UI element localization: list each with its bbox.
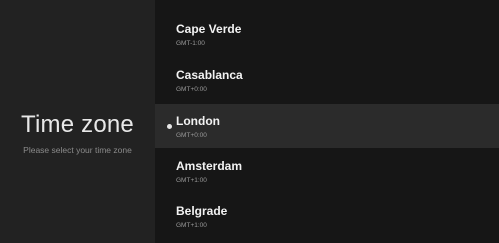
timezone-name: Cape Verde — [176, 22, 242, 36]
timezone-name: London — [176, 114, 220, 128]
timezone-item-amsterdam[interactable]: Amsterdam GMT+1:00 — [155, 149, 499, 193]
timezone-item-casablanca[interactable]: Casablanca GMT+0:00 — [155, 58, 499, 102]
timezone-name: Amsterdam — [176, 159, 243, 173]
timezone-offset: GMT+0:00 — [176, 86, 207, 93]
timezone-list: Cape Verde GMT-1:00 Casablanca GMT+0:00 … — [155, 0, 499, 243]
page-title: Time zone — [21, 111, 134, 138]
timezone-name: Casablanca — [176, 68, 243, 82]
page-subtitle: Please select your time zone — [23, 145, 132, 155]
timezone-offset: GMT+1:00 — [176, 222, 207, 229]
settings-header-panel: Time zone Please select your time zone — [0, 0, 155, 243]
timezone-name: Belgrade — [176, 204, 228, 218]
timezone-offset: GMT+1:00 — [176, 177, 207, 184]
timezone-item-london[interactable]: London GMT+0:00 — [155, 104, 499, 148]
timezone-offset: GMT-1:00 — [176, 40, 205, 47]
timezone-item-cape-verde[interactable]: Cape Verde GMT-1:00 — [155, 12, 499, 56]
selected-indicator-icon — [167, 124, 172, 129]
timezone-item-belgrade[interactable]: Belgrade GMT+1:00 — [155, 194, 499, 238]
timezone-screen: Time zone Please select your time zone C… — [0, 0, 499, 243]
timezone-offset: GMT+0:00 — [176, 132, 207, 139]
